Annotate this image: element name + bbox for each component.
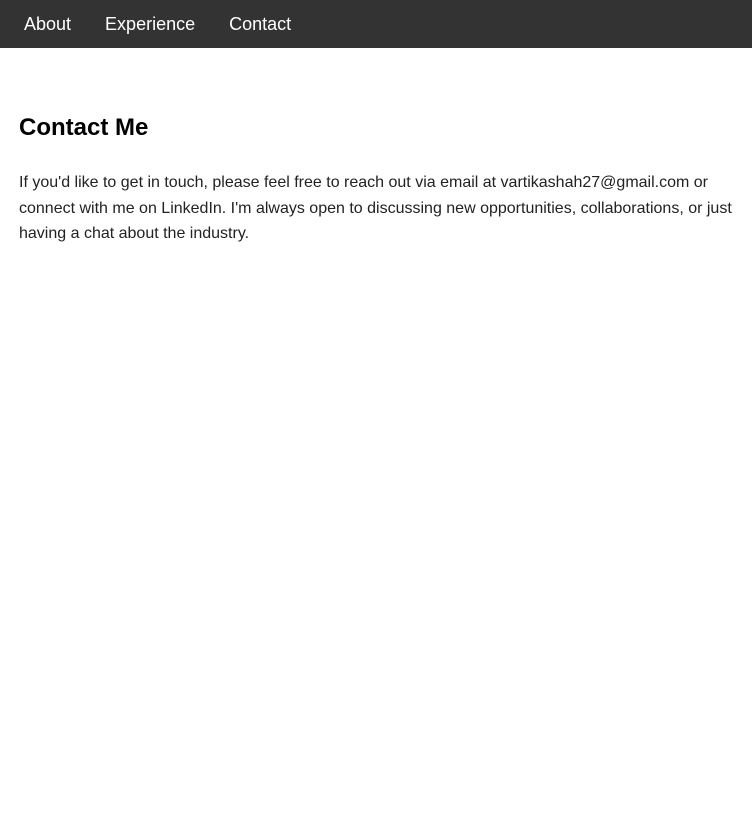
nav-link-experience[interactable]: Experience <box>88 0 212 48</box>
contact-paragraph: If you'd like to get in touch, please fe… <box>19 174 732 242</box>
contact-section: Contact Me If you'd like to get in touch… <box>19 113 733 247</box>
page-title: Contact Me <box>19 114 149 141</box>
nav-link-about[interactable]: About <box>7 0 88 48</box>
main-content: Contact Me If you'd like to get in touch… <box>0 113 752 247</box>
nav-link-contact[interactable]: Contact <box>212 0 308 48</box>
top-navigation-bar: About Experience Contact <box>0 0 752 48</box>
